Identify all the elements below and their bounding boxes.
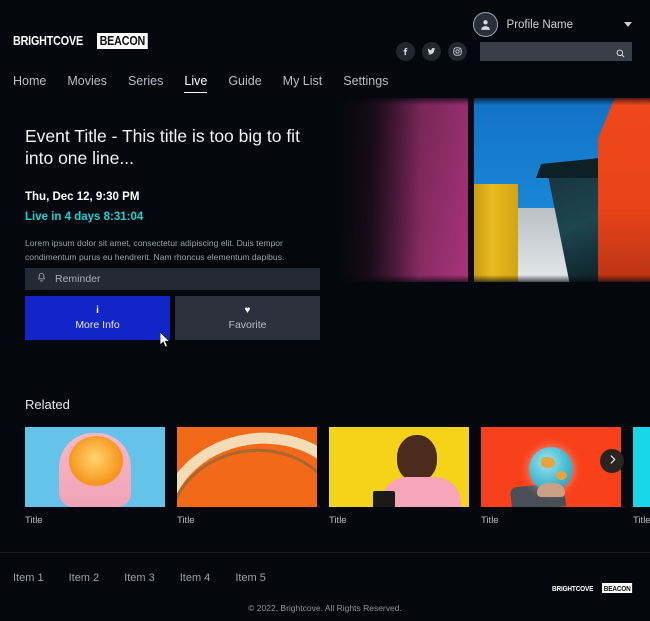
- card-title: Title: [177, 515, 317, 526]
- app-root: BRIGHTCOVE BEACON Profile Name: [0, 0, 650, 621]
- instagram-icon[interactable]: [448, 42, 467, 61]
- hero-section: Event Title - This title is too big to f…: [0, 95, 650, 285]
- copyright-text: © 2022, Brightcove. All Rights Reserved.: [0, 603, 650, 613]
- card-title: Title: [329, 515, 469, 526]
- thumbnail-image[interactable]: [329, 427, 469, 507]
- nav-item-movies[interactable]: Movies: [67, 74, 107, 93]
- thumbnail-image[interactable]: [177, 427, 317, 507]
- hero-shape-orange: [598, 98, 650, 282]
- hero-gradient-bottom: [330, 275, 650, 285]
- logo-wordmark: BRIGHTCOVE: [13, 34, 83, 48]
- social-and-search: [396, 42, 632, 61]
- nav-item-series[interactable]: Series: [128, 74, 163, 93]
- footer-link-item-1[interactable]: Item 1: [13, 572, 44, 584]
- footer-logo-beacon-badge: BEACON: [602, 583, 632, 593]
- nav-item-guide[interactable]: Guide: [228, 74, 261, 93]
- profile-name-label: Profile Name: [507, 19, 573, 31]
- site-header: BRIGHTCOVE BEACON Profile Name: [0, 0, 650, 95]
- thumbnail-image[interactable]: [633, 427, 650, 507]
- thumb-shape-land-a: [541, 457, 555, 468]
- thumb-shape-face: [397, 435, 437, 481]
- more-info-button[interactable]: i More Info: [25, 296, 170, 340]
- hero-gradient-left: [330, 95, 420, 285]
- logo-beacon-badge: BEACON: [97, 33, 148, 49]
- thumbnail-image[interactable]: [25, 427, 165, 507]
- profile-menu[interactable]: Profile Name: [473, 12, 632, 37]
- footer-logo-wordmark: BRIGHTCOVE: [552, 584, 593, 593]
- thumb-shape-phone: [373, 491, 395, 507]
- chevron-right-icon: [607, 452, 618, 470]
- main-nav: Home Movies Series Live Guide My List Se…: [13, 74, 388, 93]
- mouse-cursor: [160, 332, 171, 348]
- list-item[interactable]: Title: [177, 427, 317, 526]
- related-heading: Related: [25, 397, 70, 412]
- footer-link-item-2[interactable]: Item 2: [69, 572, 100, 584]
- facebook-icon[interactable]: [396, 42, 415, 61]
- card-title: Title: [633, 515, 650, 526]
- thumb-shape-hand: [537, 483, 565, 497]
- event-date: Thu, Dec 12, 9:30 PM: [25, 191, 325, 203]
- thumb-shape-land-b: [556, 471, 567, 480]
- footer-link-item-3[interactable]: Item 3: [124, 572, 155, 584]
- event-countdown: Live in 4 days 8:31:04: [25, 211, 325, 223]
- footer-link-item-5[interactable]: Item 5: [235, 572, 266, 584]
- more-info-label: More Info: [75, 319, 119, 331]
- list-item[interactable]: Title: [329, 427, 469, 526]
- related-heading-wrap: Related: [25, 397, 70, 412]
- hero-image: [330, 95, 650, 285]
- footer-divider: [0, 552, 650, 553]
- card-title: Title: [481, 515, 621, 526]
- event-title: Event Title - This title is too big to f…: [25, 125, 325, 170]
- search-input[interactable]: [480, 42, 632, 61]
- list-item[interactable]: Title: [633, 427, 650, 526]
- related-carousel[interactable]: Title Title Title Title: [25, 427, 650, 526]
- chevron-down-icon[interactable]: [624, 22, 632, 27]
- list-item[interactable]: Title: [25, 427, 165, 526]
- reminder-label: Reminder: [55, 273, 101, 285]
- hero-gradient-top: [330, 95, 650, 105]
- avatar-icon: [473, 12, 498, 37]
- bell-icon: [36, 272, 47, 286]
- carousel-next-button[interactable]: [600, 449, 624, 473]
- favorite-button[interactable]: ♥ Favorite: [175, 296, 320, 340]
- twitter-icon[interactable]: [422, 42, 441, 61]
- nav-item-home[interactable]: Home: [13, 74, 46, 93]
- card-title: Title: [25, 515, 165, 526]
- hero-info: Event Title - This title is too big to f…: [25, 125, 325, 279]
- thumbnail-image[interactable]: [481, 427, 621, 507]
- favorite-label: Favorite: [229, 319, 267, 331]
- footer-link-item-4[interactable]: Item 4: [180, 572, 211, 584]
- footer-brightcove-beacon-logo: BRIGHTCOVE BEACON: [552, 583, 637, 593]
- action-buttons: i More Info ♥ Favorite: [25, 296, 320, 340]
- info-icon: i: [96, 306, 99, 317]
- reminder-button[interactable]: Reminder: [25, 268, 320, 290]
- footer-nav: Item 1 Item 2 Item 3 Item 4 Item 5: [13, 572, 266, 584]
- list-item[interactable]: Title: [481, 427, 621, 526]
- search-box[interactable]: [480, 42, 632, 61]
- event-actions: Reminder i More Info ♥ Favorite: [25, 268, 320, 340]
- brightcove-beacon-logo[interactable]: BRIGHTCOVE BEACON: [13, 33, 156, 48]
- hero-shape-yellow: [474, 184, 518, 282]
- nav-item-live[interactable]: Live: [184, 74, 207, 93]
- nav-item-my-list[interactable]: My List: [283, 74, 323, 93]
- heart-icon: ♥: [245, 306, 251, 317]
- nav-item-settings[interactable]: Settings: [343, 74, 388, 93]
- search-icon[interactable]: [615, 46, 626, 64]
